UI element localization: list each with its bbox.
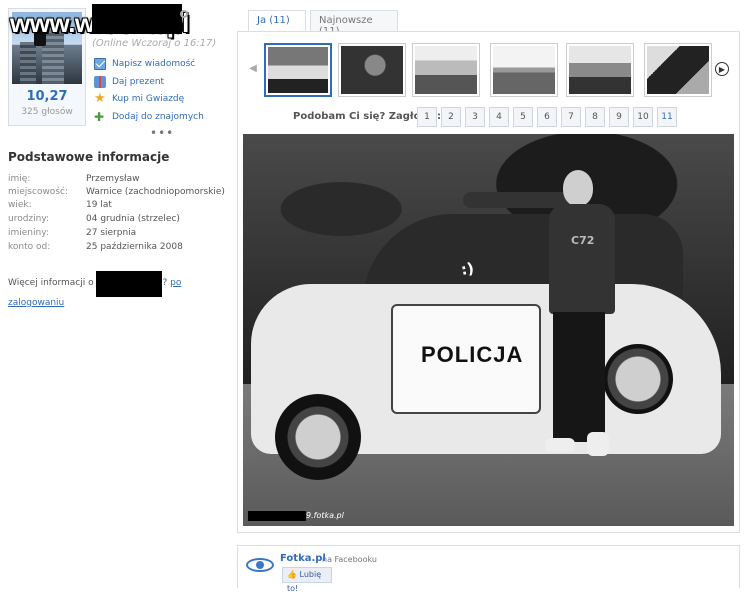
login-link[interactable]: po — [170, 278, 181, 288]
login-link-2[interactable]: zalogowaniu — [8, 298, 64, 308]
info-value: Przemysław — [86, 174, 140, 184]
photo-credit: 9.fotka.pl — [306, 511, 344, 520]
vote-button-11[interactable]: 11 — [657, 107, 677, 127]
info-label: wiek: — [8, 200, 32, 210]
vote-button-10[interactable]: 10 — [633, 107, 653, 127]
send-message-label: Napisz wiadomość — [112, 59, 196, 69]
car-lettering: POLICJA — [421, 342, 524, 367]
censored-name — [96, 271, 163, 297]
buy-star-label: Kup mi Gwiazdę — [112, 94, 185, 104]
fotka-logo-icon — [244, 552, 276, 576]
vote-button-5[interactable]: 5 — [513, 107, 533, 127]
info-label: miejscowość: — [8, 187, 68, 197]
facebook-subtitle: na Facebooku — [322, 555, 377, 564]
info-value: 25 października 2008 — [86, 242, 183, 252]
profile-votes: 325 głosów — [21, 107, 73, 117]
add-friend-action[interactable]: ✚ Dodaj do znajomych — [94, 111, 204, 123]
facebook-title[interactable]: Fotka.pl — [280, 553, 326, 564]
more-info-text: Więcej informacji o ? po zalogowaniu — [8, 271, 228, 310]
censored-username — [92, 4, 182, 34]
thumbnail[interactable] — [412, 43, 480, 97]
star-icon: ★ — [94, 91, 106, 106]
vote-button-7[interactable]: 7 — [561, 107, 581, 127]
thumbnail[interactable] — [338, 43, 406, 97]
vote-button-6[interactable]: 6 — [537, 107, 557, 127]
more-actions-button[interactable]: ••• — [150, 126, 174, 140]
thumbnail[interactable] — [644, 43, 712, 97]
main-photo[interactable]: POLICJA :) — [243, 134, 734, 526]
vote-button-2[interactable]: 2 — [441, 107, 461, 127]
profile-sidebar: 10,27 325 głosów www.wiocha.pl (Online W… — [0, 0, 232, 588]
vote-button-8[interactable]: 8 — [585, 107, 605, 127]
tab-me[interactable]: Ja (11) — [248, 10, 306, 32]
thumbnail[interactable] — [264, 43, 332, 97]
online-status: (Online Wczoraj o 16:17) — [92, 38, 217, 49]
thumbnail-strip — [264, 43, 712, 99]
tab-newest[interactable]: Najnowsze (11) — [310, 10, 398, 37]
info-value: Warnice (zachodniopomorskie) — [86, 187, 225, 197]
info-value: 04 grudnia (strzelec) — [86, 214, 180, 224]
info-value: 19 lat — [86, 200, 112, 210]
give-gift-action[interactable]: Daj prezent — [94, 76, 164, 88]
add-friend-label: Dodaj do znajomych — [112, 112, 204, 122]
basic-info-title: Podstawowe informacje — [8, 150, 170, 164]
vote-button-4[interactable]: 4 — [489, 107, 509, 127]
vote-button-3[interactable]: 3 — [465, 107, 485, 127]
vote-button-1[interactable]: 1 — [417, 107, 437, 127]
info-label: imię: — [8, 174, 31, 184]
vote-button-9[interactable]: 9 — [609, 107, 629, 127]
buy-star-action[interactable]: ★ Kup mi Gwiazdę — [94, 91, 185, 106]
gift-icon — [94, 76, 106, 88]
like-button[interactable]: 👍 Lubię to! — [282, 567, 332, 593]
info-label: konto od: — [8, 242, 51, 252]
add-friend-icon: ✚ — [94, 110, 105, 124]
status-indicator-icon — [180, 10, 188, 18]
info-label: imieniny: — [8, 228, 49, 238]
profile-score: 10,27 — [26, 89, 68, 104]
prev-arrow-icon[interactable]: ◀ — [246, 62, 260, 76]
thumbs-up-icon: 👍 — [287, 570, 297, 579]
give-gift-label: Daj prezent — [112, 77, 165, 87]
info-value: 27 sierpnia — [86, 228, 137, 238]
info-label: urodziny: — [8, 214, 50, 224]
thumbnail[interactable] — [566, 43, 634, 97]
send-message-action[interactable]: Napisz wiadomość — [94, 58, 195, 70]
censored-credit — [248, 511, 306, 521]
next-arrow-icon[interactable]: ▶ — [715, 62, 729, 76]
mail-icon — [94, 58, 106, 70]
thumbnail[interactable] — [490, 43, 558, 97]
